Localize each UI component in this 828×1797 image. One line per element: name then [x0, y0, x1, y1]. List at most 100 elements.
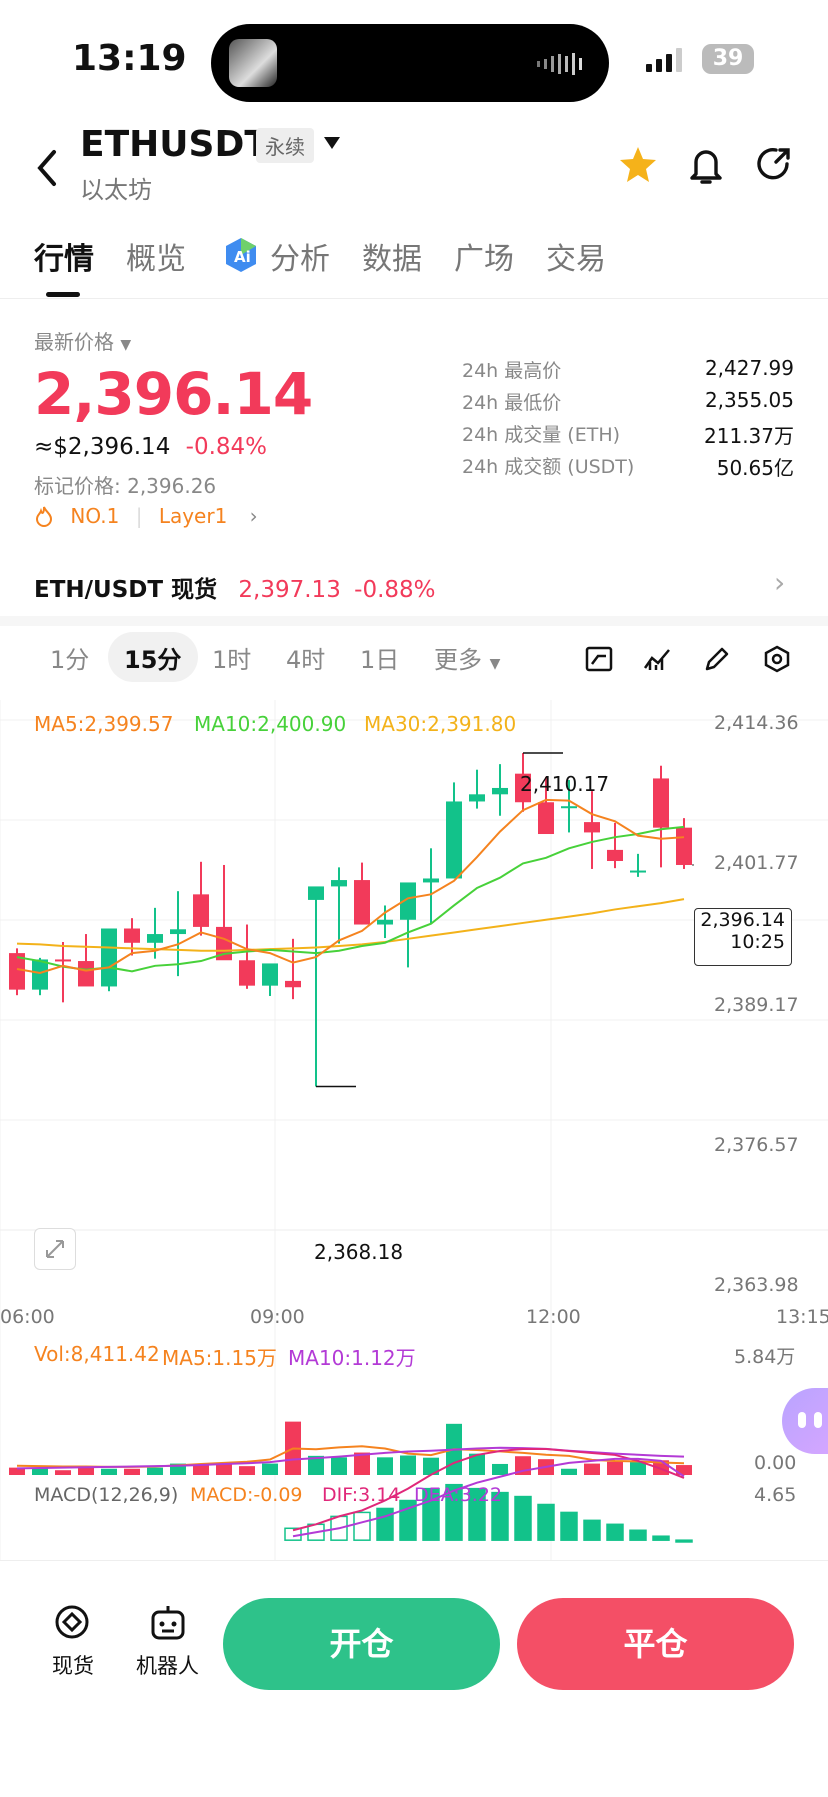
- volume-bar: [584, 1463, 600, 1475]
- spot-icon[interactable]: [52, 1602, 92, 1642]
- latest-price-label[interactable]: 最新价格 ▼: [34, 326, 131, 355]
- expand-icon: [46, 1240, 64, 1258]
- bell-icon[interactable]: [686, 144, 726, 186]
- tab-square[interactable]: 广场: [454, 234, 514, 278]
- battery-icon: 39: [702, 44, 754, 74]
- volume-bar: [124, 1468, 140, 1475]
- star-icon[interactable]: [618, 144, 658, 186]
- interval-15m[interactable]: 15分: [124, 640, 181, 675]
- candle-body: [561, 806, 577, 809]
- low-annotation: 2,368.18: [314, 1240, 404, 1264]
- vol-min: 0.00: [754, 1452, 797, 1474]
- stat-value: 50.65亿: [716, 456, 794, 480]
- macd-max: 4.65: [754, 1484, 797, 1506]
- volume-bar: [630, 1462, 646, 1475]
- spot-button-label[interactable]: 现货: [52, 1650, 94, 1680]
- candle-body: [331, 880, 347, 887]
- candle-body: [653, 778, 669, 828]
- volume-bar: [32, 1468, 48, 1475]
- symbol-title[interactable]: ETHUSDT: [80, 124, 269, 165]
- volume-bar: [78, 1468, 94, 1475]
- audio-wave-icon: [537, 53, 582, 75]
- stat-label: 24h 成交额 (USDT): [462, 456, 635, 478]
- tab-analysis[interactable]: 分析: [270, 234, 330, 278]
- contract-type-tag: 永续: [256, 128, 314, 163]
- ma10-label: MA10:2,400.90: [194, 712, 347, 736]
- chevron-right-icon: ›: [249, 504, 258, 528]
- interval-1d[interactable]: 1日: [360, 640, 399, 675]
- x-tick: 12:00: [526, 1306, 581, 1328]
- macd-hist-bar: [537, 1503, 555, 1541]
- macd-hist-bar: [583, 1519, 601, 1541]
- share-icon[interactable]: [754, 144, 794, 186]
- indicator-icon[interactable]: [584, 644, 614, 674]
- ma30-label: MA30:2,391.80: [364, 712, 517, 736]
- macd-hist-bar: [514, 1495, 532, 1541]
- draw-pen-icon[interactable]: [702, 644, 732, 674]
- kline-chart[interactable]: [0, 700, 828, 1560]
- symbol-subtitle: 以太坊: [80, 176, 152, 204]
- settings-icon[interactable]: [762, 644, 792, 674]
- signal-icon: [646, 48, 682, 72]
- chevron-down-icon[interactable]: [322, 134, 342, 152]
- tab-trade[interactable]: 交易: [546, 234, 606, 278]
- tab-underline: [46, 292, 80, 297]
- vol-label: Vol:8,411.42: [34, 1342, 160, 1366]
- dif-value: DIF:3.14: [322, 1484, 401, 1506]
- macd-hist-bar: [606, 1523, 624, 1541]
- tab-overview[interactable]: 概览: [126, 234, 186, 278]
- stat-value: 2,355.05: [704, 388, 794, 412]
- candle-body: [55, 959, 71, 962]
- interval-1m[interactable]: 1分: [50, 640, 89, 675]
- assistant-eye: [814, 1412, 822, 1428]
- last-price: 2,396.14: [34, 360, 313, 428]
- tab-market[interactable]: 行情: [34, 234, 94, 278]
- candle-body: [78, 961, 94, 987]
- candle-body: [630, 870, 646, 873]
- y-tick: 2,376.57: [714, 1134, 799, 1156]
- x-tick: 13:15: [776, 1306, 828, 1328]
- spot-row-content[interactable]: ETH/USDT 现货 2,397.13 -0.88%: [34, 570, 436, 604]
- chart-type-icon[interactable]: [642, 644, 672, 674]
- interval-1h[interactable]: 1时: [212, 640, 251, 675]
- candle-body: [354, 880, 370, 925]
- volume-bar: [262, 1463, 278, 1475]
- macd-label: MACD(12,26,9): [34, 1484, 179, 1506]
- kline-chart-area[interactable]: [0, 700, 828, 1560]
- volume-bar: [239, 1466, 255, 1475]
- back-icon[interactable]: [34, 148, 60, 188]
- price-change: -0.84%: [185, 434, 268, 460]
- y-tick: 2,401.77: [714, 852, 799, 874]
- vol-ma10-label: MA10:1.12万: [288, 1346, 416, 1370]
- volume-bar: [55, 1470, 71, 1475]
- svg-text:Ai: Ai: [234, 248, 251, 266]
- island-avatar: [229, 39, 277, 87]
- volume-bar: [101, 1468, 117, 1475]
- expand-chart-button[interactable]: [34, 1228, 76, 1270]
- high-annotation: 2,410.17: [520, 772, 610, 796]
- current-price-box: 2,396.14 10:25: [694, 908, 792, 966]
- usd-price-row: ≈$2,396.14 -0.84%: [34, 434, 267, 460]
- open-position-button[interactable]: 开仓: [223, 1598, 500, 1690]
- stat-label: 24h 最低价: [462, 392, 562, 414]
- candle-body: [285, 980, 301, 988]
- close-position-button[interactable]: 平仓: [517, 1598, 794, 1690]
- usd-price: ≈$2,396.14: [34, 434, 171, 460]
- ma30-line: [16, 898, 685, 952]
- volume-bar: [400, 1455, 416, 1475]
- spot-change: -0.88%: [354, 577, 436, 603]
- candle-body: [446, 801, 462, 879]
- candle-body: [538, 802, 554, 835]
- ranking-row[interactable]: NO.1 | Layer1 ›: [34, 504, 258, 528]
- chevron-right-icon[interactable]: ›: [774, 566, 785, 599]
- candle-body: [492, 787, 508, 795]
- macd-hist-bar: [652, 1535, 670, 1541]
- interval-4h[interactable]: 4时: [286, 640, 325, 675]
- interval-more[interactable]: 更多 ▼: [434, 640, 500, 675]
- robot-button-label[interactable]: 机器人: [136, 1650, 199, 1680]
- status-time: 13:19: [72, 38, 187, 79]
- vol-max: 5.84万: [734, 1346, 796, 1368]
- x-tick: 06:00: [0, 1306, 55, 1328]
- robot-icon[interactable]: [148, 1602, 188, 1642]
- tab-data[interactable]: 数据: [362, 234, 422, 278]
